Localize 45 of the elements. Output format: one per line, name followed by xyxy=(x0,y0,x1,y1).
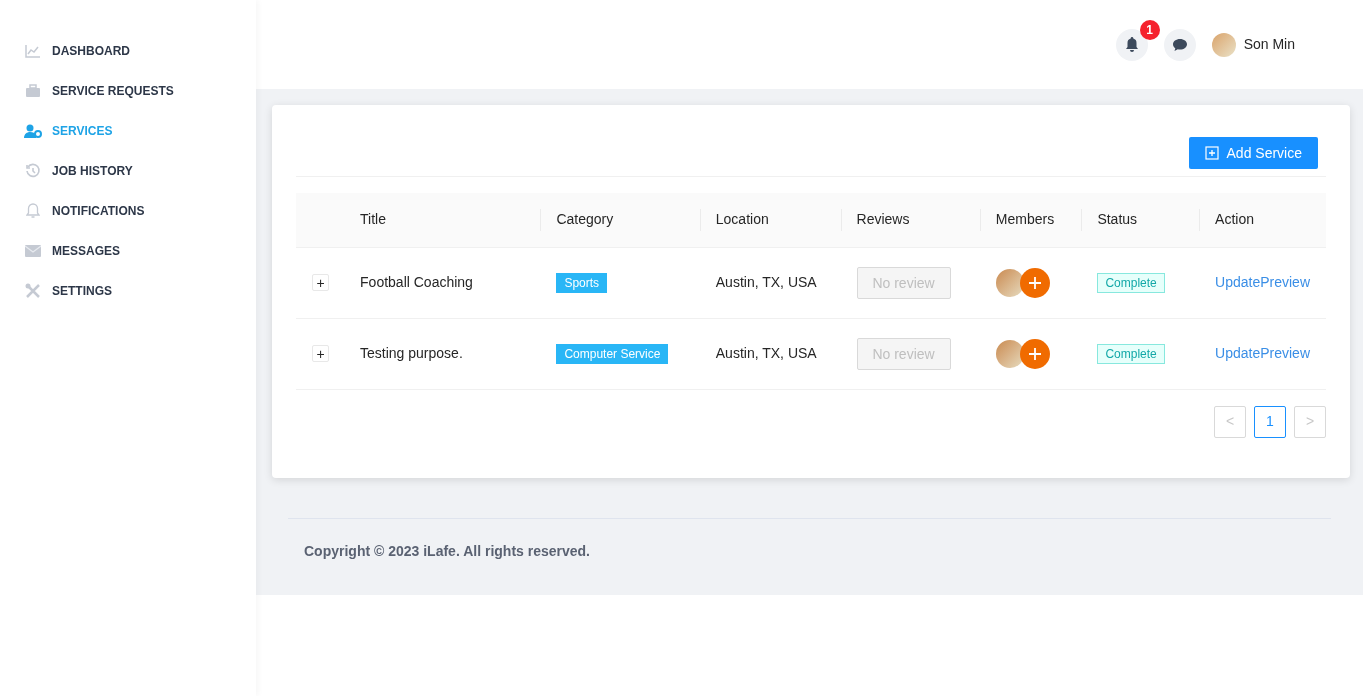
notification-count-badge: 1 xyxy=(1139,19,1160,40)
category-tag: Sports xyxy=(556,273,608,293)
user-avatar[interactable] xyxy=(1211,32,1236,57)
category-tag: Computer Service xyxy=(556,344,669,364)
envelope-icon xyxy=(25,245,41,257)
service-title: Football Coaching xyxy=(360,274,473,290)
sidebar-item[interactable]: SETTINGS xyxy=(0,271,256,311)
plus-square-icon xyxy=(1204,146,1219,160)
column-header: Members xyxy=(995,211,1055,228)
add-member-icon[interactable] xyxy=(1019,338,1050,369)
service-title: Testing purpose. xyxy=(360,345,463,361)
user-gear-icon xyxy=(24,124,42,138)
action-link[interactable]: Update xyxy=(1215,343,1261,364)
copyright-text: Copyright © 2023 iLafe. All rights reserved. xyxy=(304,542,591,561)
sidebar-item[interactable]: MESSAGES xyxy=(0,231,256,271)
chat-bubble-icon xyxy=(1171,37,1188,52)
notifications-button[interactable] xyxy=(1115,28,1148,61)
bell-icon xyxy=(26,203,40,219)
expand-button[interactable]: + xyxy=(312,345,329,362)
member-avatar xyxy=(995,268,1024,297)
user-name[interactable]: Son Min xyxy=(1243,34,1295,55)
column-header: Category xyxy=(556,211,614,228)
action-link[interactable]: Update xyxy=(1215,272,1261,293)
sidebar-item[interactable]: JOB HISTORY xyxy=(0,151,256,191)
sidebar-item[interactable]: DASHBOARD xyxy=(0,31,256,71)
add-member-icon[interactable] xyxy=(1019,267,1050,298)
messages-button[interactable] xyxy=(1163,28,1196,61)
sidebar-item[interactable]: SERVICE REQUESTS xyxy=(0,71,256,111)
expand-button[interactable]: + xyxy=(312,274,329,291)
column-header: Title xyxy=(360,211,386,228)
column-header: Status xyxy=(1097,211,1138,228)
status-tag: Complete xyxy=(1097,273,1165,293)
briefcase-icon xyxy=(25,84,41,98)
location-text: Austin, TX, USA xyxy=(715,345,817,361)
column-header: Reviews xyxy=(856,211,910,228)
sidebar-item[interactable]: NOTIFICATIONS xyxy=(0,191,256,231)
location-text: Austin, TX, USA xyxy=(715,274,817,290)
status-tag: Complete xyxy=(1097,344,1165,364)
tools-icon xyxy=(25,283,41,299)
history-icon xyxy=(25,163,41,179)
column-header: Action xyxy=(1215,211,1254,228)
line-chart-icon xyxy=(25,44,41,58)
column-header: Location xyxy=(715,211,769,228)
member-avatar xyxy=(995,339,1024,368)
bell-icon xyxy=(1123,36,1140,53)
